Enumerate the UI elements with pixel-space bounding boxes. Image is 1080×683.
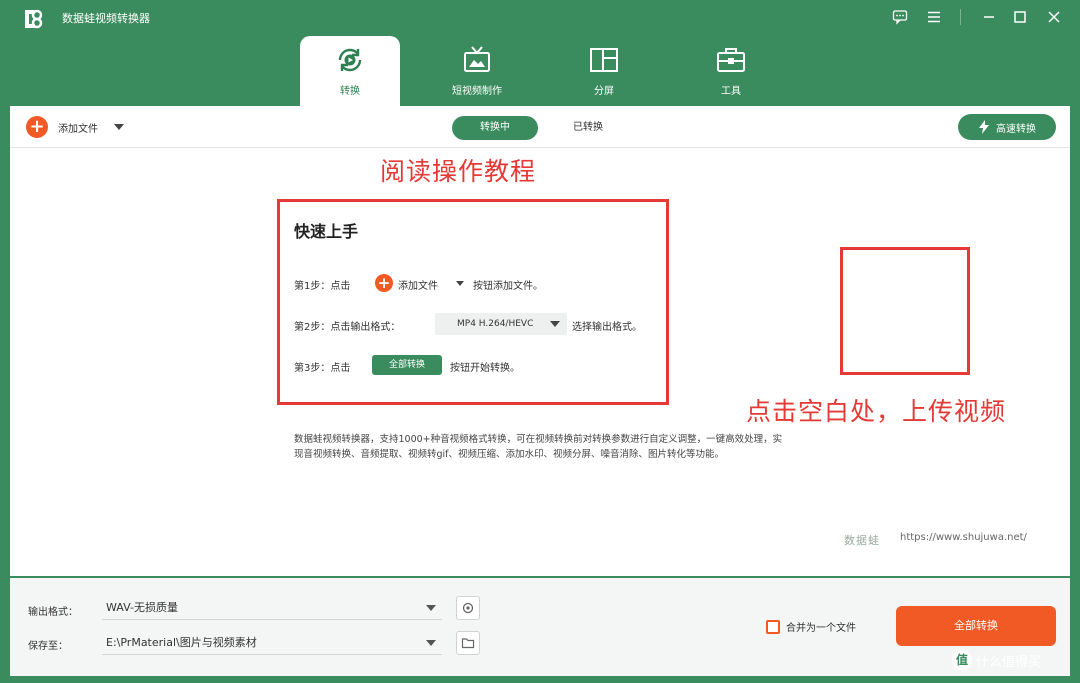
hamburger-icon (928, 11, 940, 23)
tab-split-screen[interactable]: 分屏 (554, 36, 654, 108)
close-button[interactable] (1041, 5, 1067, 29)
merge-checkbox[interactable]: 合并为一个文件 (766, 619, 856, 634)
tab-label: 分屏 (594, 86, 614, 97)
tab-tools[interactable]: 工具 (681, 36, 781, 108)
guide-heading: 快速上手 (294, 222, 359, 241)
site-watermark: 值 什么值得买 (952, 650, 1041, 670)
merge-label: 合并为一个文件 (786, 623, 856, 634)
chevron-down-icon (426, 605, 436, 611)
checkbox-box[interactable] (766, 619, 780, 634)
add-icon: + (26, 116, 48, 138)
chevron-down-icon (426, 640, 436, 646)
title-bar: 数据蛙视频转换器 (0, 0, 1080, 34)
maximize-icon (1014, 11, 1026, 23)
step1-suffix: 按钮添加文件。 (473, 281, 543, 292)
fast-convert-button[interactable]: 高速转换 (958, 114, 1056, 140)
tab-convert[interactable]: 转换 (300, 36, 400, 108)
step3-prefix: 第3步：点击 (294, 363, 351, 374)
convert-icon (338, 48, 362, 72)
tab-converted[interactable]: 已转换 (558, 116, 618, 140)
annotation-read-tutorial: 阅读操作教程 (380, 157, 537, 186)
convert-all-button[interactable]: 全部转换 (896, 606, 1056, 646)
step2-chevron-down-icon (550, 321, 560, 327)
tab-label: 转换 (340, 86, 360, 97)
save-path-value: E:\PrMaterial\图片与视频素材 (106, 636, 257, 649)
tab-converting[interactable]: 转换中 (452, 116, 538, 140)
settings-icon (462, 602, 474, 614)
step3-suffix: 按钮开始转换。 (450, 363, 520, 374)
maximize-button[interactable] (1007, 5, 1033, 29)
tab-label: 工具 (721, 86, 741, 97)
app-description: 数据蛙视频转换器，支持1000+种音视频格式转换，可在视频转换前对转换参数进行自… (294, 434, 783, 460)
bottom-bar: 输出格式： WAV-无损质量 保存至： E:\PrMaterial\图片与视频素… (10, 578, 1070, 676)
tab-short-video[interactable]: 短视频制作 (427, 36, 527, 108)
chevron-down-icon[interactable] (114, 124, 124, 130)
save-path-select[interactable]: E:\PrMaterial\图片与视频素材 (102, 631, 442, 655)
step1-add-file-label: 添加文件 (398, 281, 438, 292)
app-title: 数据蛙视频转换器 (62, 12, 150, 25)
add-file-label: 添加文件 (58, 123, 98, 135)
save-to-label: 保存至： (28, 641, 68, 652)
annotation-click-upload: 点击空白处，上传视频 (746, 397, 1007, 426)
menu-button[interactable] (921, 5, 947, 29)
step2-suffix: 选择输出格式。 (572, 322, 642, 333)
close-icon (1048, 11, 1060, 23)
main-panel[interactable]: + 添加文件 转换中 已转换 高速转换 阅读操作教程 快速上手 第1步：点击 +… (10, 106, 1070, 576)
add-file-button[interactable]: + 添加文件 (26, 116, 124, 138)
upload-highlight-box (840, 247, 970, 375)
step2-format-select[interactable]: MP4 H.264/HEVC (435, 313, 567, 335)
folder-icon (461, 638, 475, 649)
output-format-select[interactable]: WAV-无损质量 (102, 596, 442, 620)
toolbar: + 添加文件 转换中 已转换 高速转换 (10, 106, 1070, 148)
output-format-label: 输出格式： (28, 607, 78, 618)
minimize-button[interactable] (976, 5, 1002, 29)
tab-label: 短视频制作 (452, 86, 502, 97)
step2-prefix: 第2步：点击输出格式： (294, 322, 401, 333)
split-screen-icon (590, 48, 618, 72)
brand-url[interactable]: https://www.shujuwa.net/ (900, 532, 1027, 543)
step1-add-icon: + (375, 274, 393, 292)
minimize-icon (984, 16, 994, 18)
step3-convert-all-button[interactable]: 全部转换 (372, 355, 442, 375)
step1-prefix: 第1步：点击 (294, 281, 351, 292)
output-format-value: WAV-无损质量 (106, 601, 178, 614)
format-settings-button[interactable] (456, 596, 480, 620)
feedback-button[interactable] (887, 5, 913, 29)
step1-chevron-down-icon (456, 281, 464, 286)
chat-icon (892, 10, 908, 25)
watermark-badge-icon: 值 (952, 650, 972, 670)
fast-convert-label: 高速转换 (996, 123, 1036, 135)
toolbox-icon (717, 48, 745, 72)
open-folder-button[interactable] (456, 631, 480, 655)
tv-icon (464, 46, 490, 72)
app-logo-icon (25, 9, 43, 29)
lightning-icon (979, 120, 989, 134)
titlebar-divider (960, 9, 961, 25)
watermark-text: 什么值得买 (976, 654, 1042, 670)
brand-logo-text: 数据蛙 (844, 534, 880, 547)
